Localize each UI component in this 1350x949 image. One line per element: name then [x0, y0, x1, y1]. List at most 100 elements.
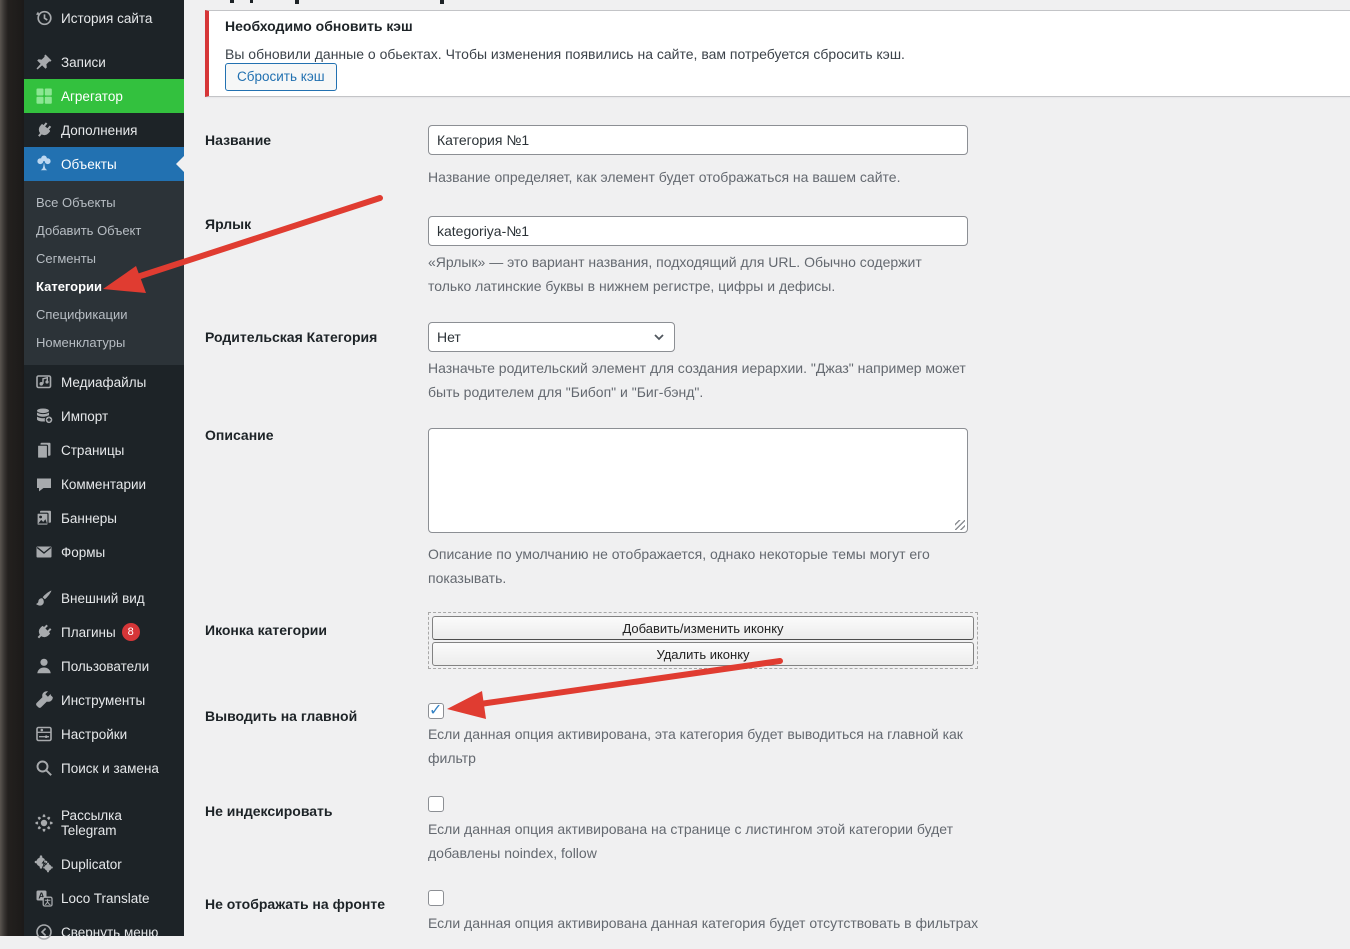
hide-on-front-checkbox[interactable]: ✓ [428, 890, 444, 906]
sidebar-item-label: Объекты [61, 157, 117, 172]
sidebar-item-plugins[interactable]: Плагины 8 [24, 615, 184, 649]
reset-cache-button[interactable]: Сбросить кэш [225, 63, 337, 91]
no-index-checkbox[interactable]: ✓ [428, 796, 444, 812]
sidebar-item-all-objects[interactable]: Все Объекты [24, 189, 184, 217]
plug-icon [34, 622, 54, 642]
sidebar-item-forms[interactable]: Формы [24, 535, 184, 569]
wp-admin-edit-category-page: { "colors": { "sidebar_bg": "#1d2327", "… [0, 0, 1350, 936]
show-on-main-help: Если данная опция активирована, эта кате… [428, 722, 980, 770]
sidebar-item-nomenclatures[interactable]: Номенклатуры [24, 329, 184, 357]
sidebar-item-label: Инструменты [61, 693, 145, 708]
sidebar-item-label: Настройки [61, 727, 127, 742]
notice-title: Необходимо обновить кэш [225, 18, 413, 34]
wrench-icon [34, 690, 54, 710]
sidebar-item-categories[interactable]: Категории [24, 273, 184, 301]
sidebar-item-label: Плагины [61, 625, 116, 640]
clipped-heading-fragment [440, 0, 444, 4]
sidebar-item-appearance[interactable]: Внешний вид [24, 581, 184, 615]
sidebar-item-duplicator[interactable]: Duplicator [24, 847, 184, 881]
sidebar-item-addons[interactable]: Дополнения [24, 113, 184, 147]
banners-icon [34, 508, 54, 528]
gear-icon [34, 813, 54, 833]
pages-icon [34, 440, 54, 460]
sidebar-item-label: Формы [61, 545, 105, 560]
description-label: Описание [205, 426, 274, 444]
clipped-heading-fragment [250, 0, 253, 3]
sidebar-item-media[interactable]: Медиафайлы [24, 365, 184, 399]
sidebar-item-site-history[interactable]: История сайта [24, 1, 184, 35]
sidebar-item-loco-translate[interactable]: A Loco Translate [24, 881, 184, 915]
update-count-badge: 8 [122, 623, 140, 641]
name-help: Название определяет, как элемент будет о… [428, 165, 988, 189]
slug-help: «Ярлык» — это вариант названия, подходящ… [428, 250, 968, 298]
show-on-main-label: Выводить на главной [205, 707, 357, 725]
duplicator-gears-icon [34, 854, 54, 874]
user-icon [34, 656, 54, 676]
sidebar-item-label: Поиск и замена [61, 761, 159, 776]
sidebar-item-add-object[interactable]: Добавить Объект [24, 217, 184, 245]
category-icon-box: Добавить/изменить иконку Удалить иконку [428, 612, 978, 669]
selected-option: Нет [437, 329, 461, 345]
remove-icon-button[interactable]: Удалить иконку [432, 642, 974, 666]
objects-flower-icon [34, 154, 54, 174]
sidebar-item-telegram-mailing[interactable]: Рассылка Telegram [24, 799, 184, 847]
objects-submenu: Все ОбъектыДобавить ОбъектСегментыКатего… [24, 181, 184, 365]
sidebar-item-banners[interactable]: Баннеры [24, 501, 184, 535]
sidebar-item-aggregator[interactable]: Агрегатор [24, 79, 184, 113]
plugin-addon-icon [34, 120, 54, 140]
sidebar-item-label: Дополнения [61, 123, 137, 138]
parent-category-label: Родительская Категория [205, 328, 377, 346]
envelope-icon [34, 542, 54, 562]
pushpin-icon [34, 52, 54, 72]
sidebar-item-label: Свернуть меню [61, 925, 158, 940]
sidebar-item-label: Duplicator [61, 857, 122, 872]
sidebar-item-import[interactable]: Импорт [24, 399, 184, 433]
sidebar-item-settings[interactable]: Настройки [24, 717, 184, 751]
sidebar-item-pages[interactable]: Страницы [24, 433, 184, 467]
sidebar-item-label: Пользователи [61, 659, 149, 674]
show-on-main-checkbox[interactable]: ✓ [428, 703, 444, 719]
sidebar-item-posts[interactable]: Записи [24, 45, 184, 79]
admin-menu: История сайта Записи Агрегатор Дополнения Об… [24, 0, 184, 949]
sidebar-item-label: Медиафайлы [61, 375, 146, 390]
admin-sidebar: История сайта Записи Агрегатор Дополнения Об… [24, 0, 184, 936]
sidebar-item-comments[interactable]: Комментарии [24, 467, 184, 501]
resize-grip[interactable] [955, 520, 965, 530]
no-index-help: Если данная опция активирована на страни… [428, 817, 973, 865]
parent-category-select[interactable]: Нет [428, 322, 675, 352]
sidebar-item-search-replace[interactable]: Поиск и замена [24, 751, 184, 785]
sidebar-item-label: История сайта [61, 11, 152, 26]
desktop-edge-strip [0, 0, 24, 936]
sidebar-item-label: Агрегатор [61, 89, 123, 104]
sidebar-item-label: Записи [61, 55, 106, 70]
cache-update-notice: Необходимо обновить кэш Вы обновили данн… [205, 10, 1350, 97]
slug-label: Ярлык [205, 215, 251, 233]
clipped-heading-fragment [295, 0, 299, 4]
hide-on-front-help: Если данная опция активирована данная ка… [428, 911, 988, 935]
settings-panel-icon [34, 724, 54, 744]
current-menu-arrow [176, 156, 184, 172]
sidebar-item-label: Loco Translate [61, 891, 150, 906]
history-icon [34, 8, 54, 28]
brush-icon [34, 588, 54, 608]
sidebar-item-segments[interactable]: Сегменты [24, 245, 184, 273]
slug-input[interactable] [428, 216, 968, 246]
category-icon-label: Иконка категории [205, 621, 327, 639]
name-label: Название [205, 131, 271, 149]
translate-icon: A [34, 888, 54, 908]
description-textarea[interactable] [428, 428, 968, 533]
grid-icon [34, 86, 54, 106]
add-change-icon-button[interactable]: Добавить/изменить иконку [432, 616, 974, 640]
sidebar-item-objects[interactable]: Объекты [24, 147, 184, 181]
name-input[interactable] [428, 125, 968, 155]
hide-on-front-label: Не отображать на фронте [205, 895, 385, 913]
sidebar-item-specifications[interactable]: Спецификации [24, 301, 184, 329]
sidebar-item-users[interactable]: Пользователи [24, 649, 184, 683]
checkmark-icon: ✓ [429, 700, 442, 720]
description-help: Описание по умолчанию не отображается, о… [428, 542, 968, 590]
sidebar-item-tools[interactable]: Инструменты [24, 683, 184, 717]
clipped-heading-fragment [230, 0, 234, 3]
database-import-icon [34, 406, 54, 426]
sidebar-item-collapse-menu[interactable]: Свернуть меню [24, 915, 184, 949]
sidebar-item-label: Рассылка Telegram [61, 808, 165, 838]
